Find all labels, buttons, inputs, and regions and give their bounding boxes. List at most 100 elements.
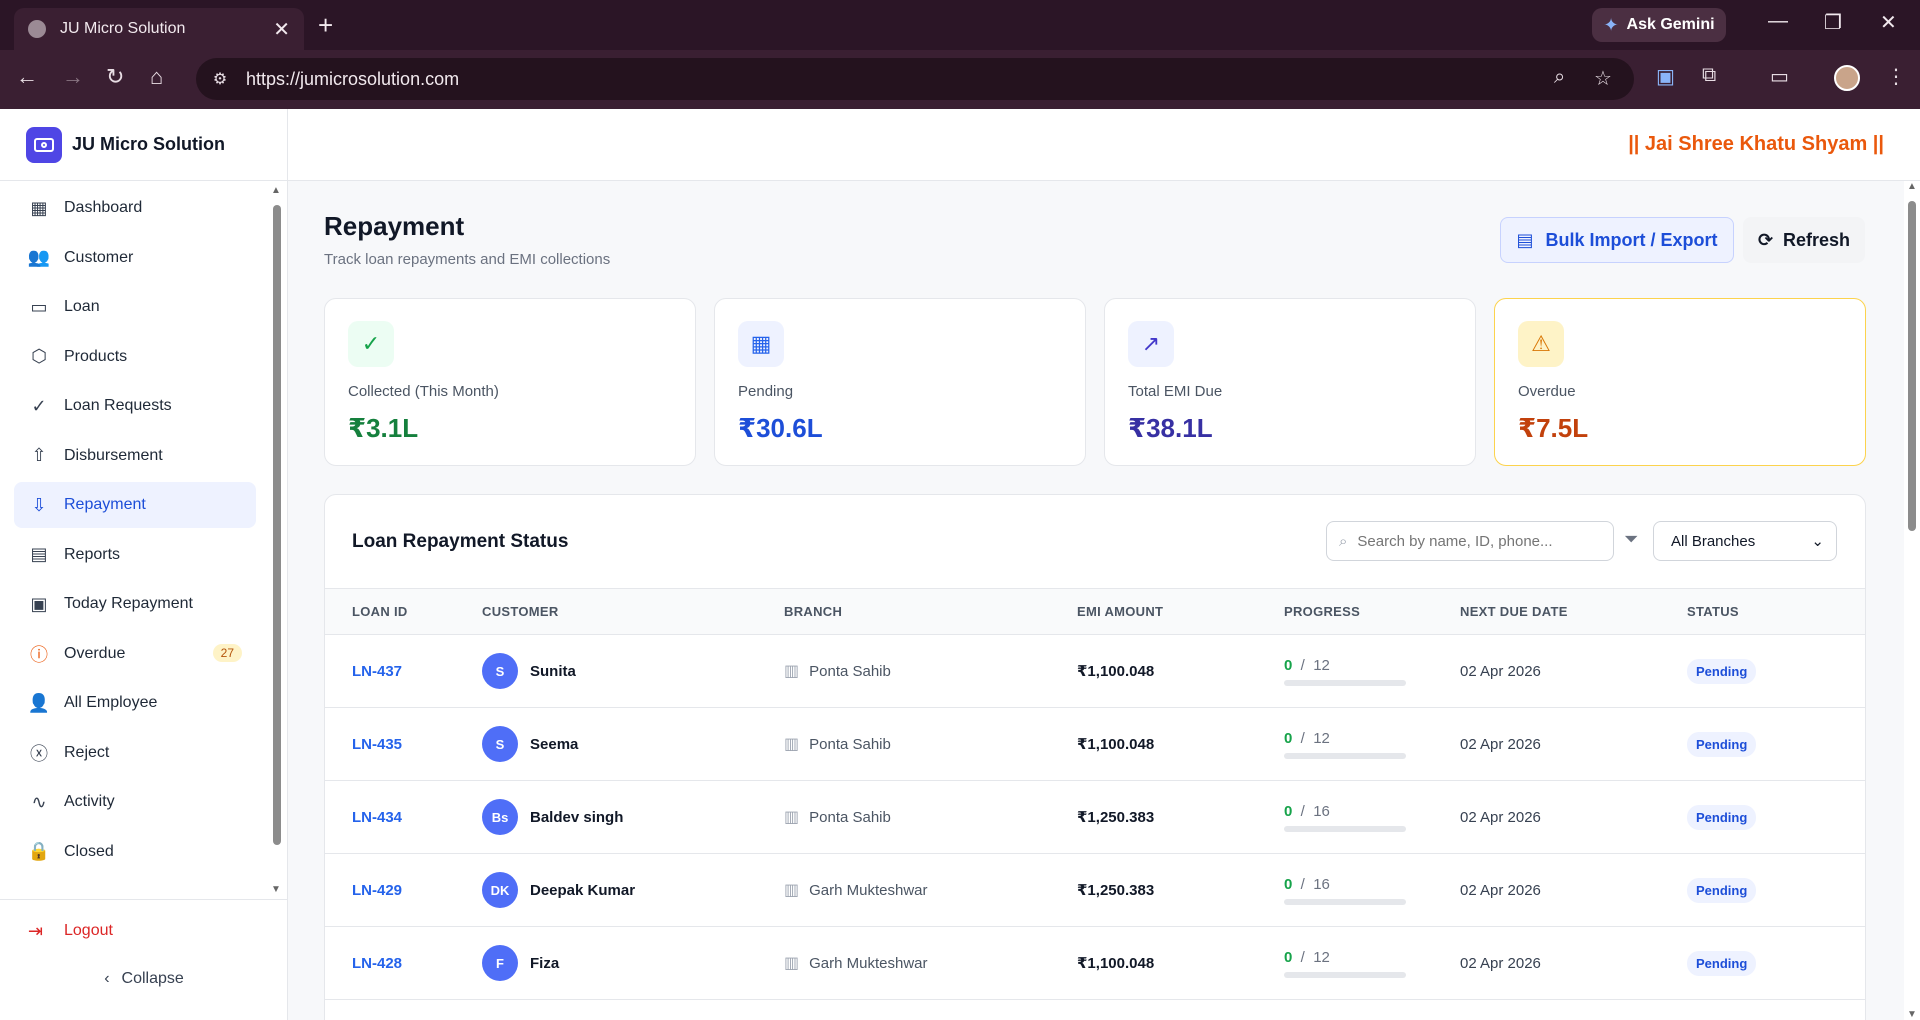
pending-card: ▦ Pending ₹30.6L	[714, 298, 1086, 466]
user-cog-icon: 👤	[27, 692, 51, 713]
zoom-icon[interactable]: ⌕	[1554, 66, 1565, 89]
table-row[interactable]: LN-428 F Fiza ▥ Garh Mukteshwar ₹1,100.048…	[325, 927, 1865, 1000]
back-icon[interactable]: ←	[16, 64, 38, 90]
sidebar-item-today-repayment[interactable]: ▣ Today Repayment	[14, 581, 256, 627]
column-header: NEXT DUE DATE	[1460, 604, 1568, 619]
sidebar-footer: ⇥ Logout ‹ Collapse	[0, 899, 288, 1002]
check-circle-icon: ✓	[31, 395, 47, 416]
forward-icon[interactable]: →	[62, 64, 84, 90]
search-input[interactable]	[1357, 532, 1588, 550]
refresh-button[interactable]: ⟳ Refresh	[1743, 217, 1865, 263]
branch-select[interactable]: All Branches ⌄	[1653, 521, 1837, 561]
sidebar-item-dashboard[interactable]: ▦ Dashboard	[14, 185, 256, 231]
table-row[interactable]: LN-435 S Seema ▥ Ponta Sahib ₹1,100.048 0 …	[325, 708, 1865, 781]
scroll-down-icon[interactable]: ▼	[1907, 1009, 1917, 1020]
browser-tab[interactable]: JU Micro Solution ✕	[14, 8, 304, 50]
ask-gemini-button[interactable]: ✦ Ask Gemini	[1592, 8, 1726, 42]
banknote-icon: ▭	[30, 296, 48, 317]
close-tab-icon[interactable]: ✕	[273, 17, 290, 42]
close-window-icon[interactable]: ✕	[1880, 10, 1897, 35]
table-row[interactable]: LN-429 DK Deepak Kumar ▥ Garh Mukteshwar ₹…	[325, 854, 1865, 927]
dashboard-icon: ▦	[30, 197, 48, 218]
home-icon[interactable]: ⌂	[150, 64, 163, 90]
site-settings-icon[interactable]: ⚙	[204, 63, 236, 95]
profile-avatar[interactable]	[1834, 65, 1860, 91]
logout-button[interactable]: ⇥ Logout	[0, 906, 288, 956]
sidebar-item-activity[interactable]: ∿ Activity	[14, 779, 256, 825]
sidebar-item-customer[interactable]: 👥 Customer	[14, 235, 256, 281]
sidebar-menu: ▦ Dashboard 👥 Customer ▭ Loan ⬡ Products…	[0, 185, 270, 878]
building-icon: ▥	[784, 736, 800, 753]
new-tab-icon[interactable]: +	[318, 10, 333, 41]
emi-total-count: 16	[1313, 802, 1330, 820]
package-icon: ⬡	[31, 346, 47, 366]
emi-paid-count: 0	[1284, 656, 1293, 674]
bulk-import-export-button[interactable]: ▤ Bulk Import / Export	[1500, 217, 1734, 263]
card-label: Pending	[738, 383, 794, 400]
table-row[interactable]: LN-434 Bs Baldev singh ▥ Ponta Sahib ₹1,25…	[325, 781, 1865, 854]
progress-bar	[1284, 898, 1406, 905]
address-bar[interactable]: ⚙ https://jumicrosolution.com ⌕ ☆	[196, 58, 1634, 100]
filter-icon[interactable]: ⏷	[1624, 529, 1638, 550]
sidebar-item-reports[interactable]: ▤ Reports	[14, 532, 256, 578]
bookmark-star-icon[interactable]: ☆	[1594, 66, 1612, 91]
sidebar-item-products[interactable]: ⬡ Products	[14, 334, 256, 380]
sidebar-item-repayment[interactable]: ⇩ Repayment	[14, 482, 256, 528]
arrow-down-circle-icon: ⇩	[31, 494, 47, 515]
brand[interactable]: JU Micro Solution	[0, 109, 287, 181]
browser-menu-icon[interactable]: ⋮	[1886, 64, 1906, 89]
sidebar-item-closed[interactable]: 🔒 Closed	[14, 829, 256, 875]
loan-id-link[interactable]: LN-435	[352, 736, 402, 753]
loan-id-link[interactable]: LN-429	[352, 882, 402, 899]
scroll-up-icon[interactable]: ▲	[271, 185, 281, 196]
sidebar-item-label: Reports	[64, 545, 121, 563]
sidebar-item-label: Loan	[64, 298, 100, 315]
next-due-date: 02 Apr 2026	[1460, 954, 1541, 972]
reload-icon[interactable]: ↻	[106, 64, 124, 90]
sidebar-item-reject[interactable]: ⓧ Reject	[14, 730, 256, 776]
extensions-puzzle-icon[interactable]: ⧉	[1702, 64, 1716, 87]
sidebar-item-loan-requests[interactable]: ✓ Loan Requests	[14, 383, 256, 429]
page-scrollbar[interactable]: ▲ ▼	[1904, 181, 1920, 1020]
bulk-label: Bulk Import / Export	[1545, 229, 1718, 250]
sidebar-item-label: Today Repayment	[64, 595, 193, 612]
translate-extension-icon[interactable]: ▣	[1656, 64, 1675, 89]
main-content: Repayment Track loan repayments and EMI …	[288, 181, 1904, 1020]
check-circle-icon: ✓	[348, 321, 394, 367]
next-due-date: 02 Apr 2026	[1460, 808, 1541, 826]
scrollbar-thumb[interactable]	[273, 205, 281, 845]
progress-bar	[1284, 825, 1406, 832]
loan-id-link[interactable]: LN-434	[352, 809, 402, 826]
collapse-button[interactable]: ‹ Collapse	[0, 956, 288, 1002]
building-icon: ▥	[784, 955, 800, 972]
sidebar: JU Micro Solution ▦ Dashboard 👥 Customer…	[0, 109, 288, 1020]
sidebar-scrollbar[interactable]: ▲ ▼	[270, 185, 284, 895]
minimize-icon[interactable]: —	[1768, 10, 1788, 33]
sidebar-item-all-employee[interactable]: 👤 All Employee	[14, 680, 256, 726]
status-badge: Pending	[1687, 950, 1757, 976]
card-value: ₹3.1L	[348, 413, 419, 443]
progress-bar	[1284, 679, 1406, 686]
emi-amount: ₹1,250.383	[1077, 809, 1155, 826]
loan-id-link[interactable]: LN-428	[352, 955, 402, 972]
scrollbar-thumb[interactable]	[1908, 201, 1916, 531]
scroll-down-icon[interactable]: ▼	[271, 884, 281, 895]
chevron-down-icon: ⌄	[1811, 533, 1824, 550]
restore-icon[interactable]: ❐	[1824, 10, 1842, 35]
x-circle-icon: ⓧ	[30, 743, 48, 764]
avatar: S	[482, 726, 518, 762]
loan-id-link[interactable]: LN-437	[352, 663, 402, 680]
branch-name: Ponta Sahib	[809, 735, 891, 753]
sidebar-item-label: Closed	[64, 842, 114, 860]
avatar: F	[482, 945, 518, 981]
sidebar-item-loan[interactable]: ▭ Loan	[14, 284, 256, 330]
sidebar-item-label: Dashboard	[64, 199, 143, 216]
total-emi-due-card: ↗ Total EMI Due ₹38.1L	[1104, 298, 1476, 466]
emi-amount: ₹1,100.048	[1077, 663, 1155, 680]
sidebar-item-overdue[interactable]: ⓘ Overdue 27	[14, 631, 256, 677]
summary-cards: ✓ Collected (This Month) ₹3.1L ▦ Pending…	[324, 298, 1866, 466]
tab-search-icon[interactable]: ▭	[1770, 64, 1789, 89]
table-row[interactable]: LN-437 S Sunita ▥ Ponta Sahib ₹1,100.048 0…	[325, 635, 1865, 708]
scroll-up-icon[interactable]: ▲	[1907, 181, 1917, 192]
sidebar-item-disbursement[interactable]: ⇧ Disbursement	[14, 433, 256, 479]
